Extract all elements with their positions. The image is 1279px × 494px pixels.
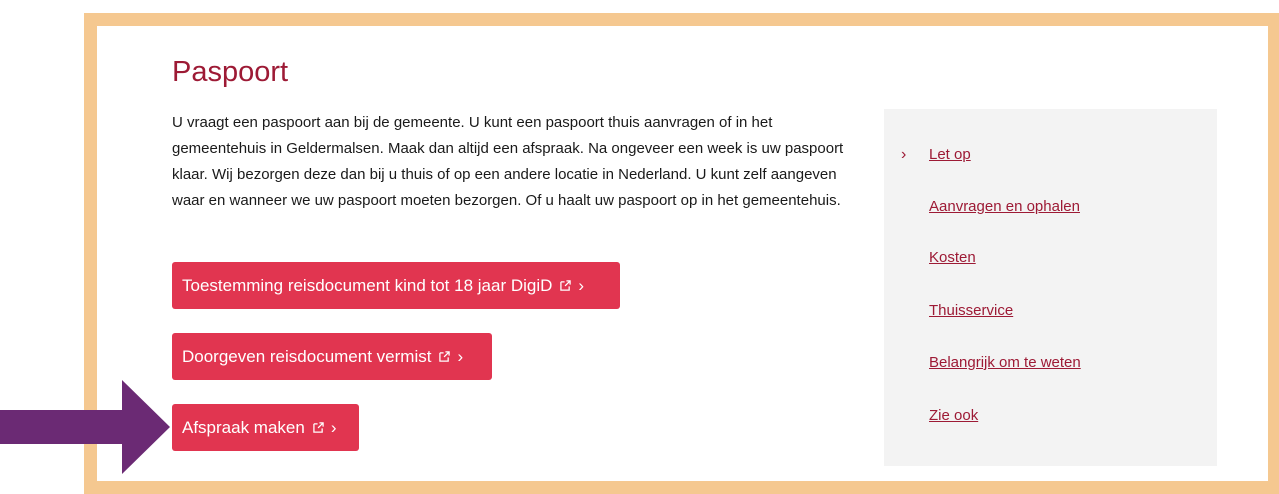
chevron-right-icon: › [578, 275, 585, 295]
sidebar-item-belangrijk-om-te-weten[interactable]: Belangrijk om te weten [929, 354, 1081, 371]
active-item-chevron-icon: › [901, 146, 907, 163]
chevron-right-icon: › [330, 417, 337, 437]
sidebar-item-kosten[interactable]: Kosten [929, 249, 976, 266]
toestemming-reisdocument-button[interactable]: Toestemming reisdocument kind tot 18 jaa… [172, 262, 620, 309]
external-link-icon [560, 280, 572, 291]
button-label: Afspraak maken [182, 417, 305, 437]
external-link-icon [439, 351, 451, 362]
intro-text: U vraagt een paspoort aan bij de gemeent… [172, 114, 844, 209]
sidebar-nav: › Let op Aanvragen en ophalen Kosten Thu… [884, 109, 1217, 466]
pointer-arrow-icon [0, 380, 170, 474]
sidebar-item-aanvragen-en-ophalen[interactable]: Aanvragen en ophalen [929, 198, 1080, 215]
page-title: Paspoort [172, 56, 289, 88]
doorgeven-reisdocument-vermist-button[interactable]: Doorgeven reisdocument vermist › [172, 333, 492, 380]
button-label: Toestemming reisdocument kind tot 18 jaa… [182, 275, 553, 295]
chevron-right-icon: › [457, 346, 464, 366]
sidebar-item-zie-ook[interactable]: Zie ook [929, 407, 978, 424]
button-label: Doorgeven reisdocument vermist [182, 346, 432, 366]
afspraak-maken-button[interactable]: Afspraak maken › [172, 404, 359, 451]
sidebar-item-let-op[interactable]: Let op [929, 146, 971, 163]
sidebar-item-thuisservice[interactable]: Thuisservice [929, 302, 1013, 319]
external-link-icon [313, 422, 324, 433]
